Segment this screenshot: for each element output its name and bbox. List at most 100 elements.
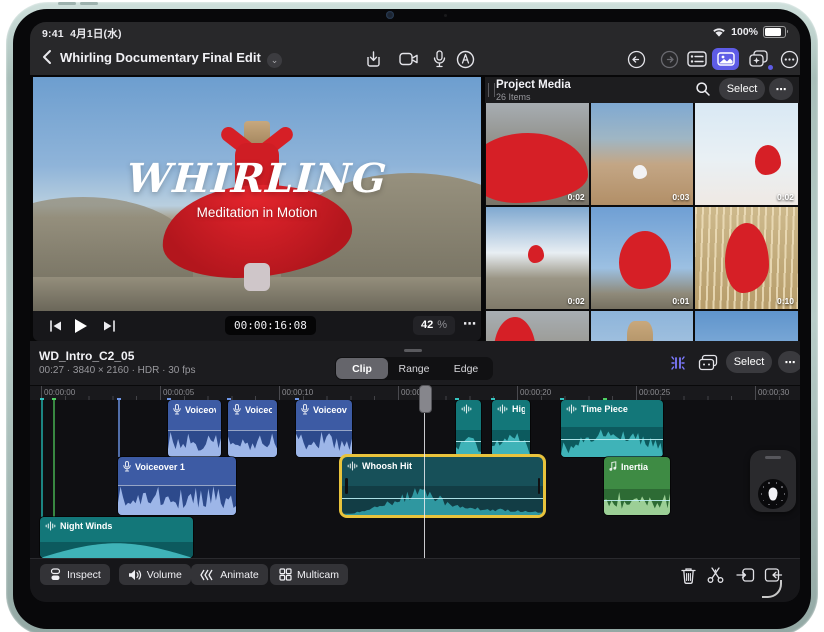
camera-icon[interactable] [398, 48, 420, 70]
back-button[interactable] [38, 47, 58, 67]
timeline-more-icon[interactable]: ⋯ [778, 351, 800, 373]
jog-dial[interactable] [758, 479, 788, 509]
effects-icon[interactable] [746, 48, 773, 70]
viewer-video[interactable]: WHIRLING Meditation in Motion [33, 77, 481, 311]
insert-icon[interactable] [735, 565, 755, 585]
browser-icon[interactable] [686, 48, 708, 70]
timeline-clip-night-winds[interactable]: Night Winds [40, 517, 193, 558]
media-select-button[interactable]: Select [719, 78, 765, 100]
jog-drag-handle[interactable] [765, 456, 781, 459]
timeline-clip-voiceover-2[interactable]: Voiceover 2 [168, 400, 221, 457]
clip-volume-line[interactable] [342, 498, 543, 499]
figure-red [755, 145, 782, 175]
skip-forward-icon[interactable] [103, 320, 116, 332]
timeline-clip-inertia[interactable]: Inertia [604, 457, 670, 515]
timeline-drag-handle[interactable] [404, 349, 422, 352]
timeline-clip-info: 00:27 · 3840 × 2160 · HDR · 30 fps [39, 365, 196, 376]
mic-icon [233, 404, 241, 415]
clip-waveform [118, 485, 236, 515]
timeline-clip-high-[interactable]: High… [492, 400, 530, 457]
clip-waveform [228, 430, 277, 457]
volume-button[interactable]: Volume [118, 564, 191, 585]
pencil-icon[interactable] [454, 48, 476, 70]
clip-duration: 0:02 [567, 192, 585, 202]
wave-icon [497, 404, 508, 414]
panel-item-count: 26 Items [496, 92, 531, 102]
timeline-clip-time-piece[interactable]: Time Piece [561, 400, 663, 457]
timecode-display[interactable]: 00:00:16:08 [225, 316, 316, 335]
playhead-grip[interactable] [419, 385, 432, 413]
jog-tick-dot [760, 493, 762, 495]
jog-wheel[interactable] [750, 450, 796, 512]
media-thumbnail[interactable] [486, 311, 589, 341]
jog-tick-dot [781, 486, 783, 488]
clip-duration: 0:02 [567, 296, 585, 306]
playhead[interactable] [419, 385, 432, 559]
wifi-icon [713, 27, 725, 37]
jog-tick-dot [775, 503, 778, 506]
clip-volume-line[interactable] [604, 500, 670, 501]
media-thumbnail[interactable]: 0:02 [695, 103, 798, 205]
animate-button[interactable]: Animate [191, 564, 268, 585]
media-thumbnail[interactable]: 0:02 [486, 103, 589, 205]
media-browser-icon[interactable] [712, 48, 739, 70]
overlay-clips-icon[interactable] [698, 354, 718, 371]
button-label: Animate [220, 568, 259, 581]
timeline-clip-whoosh-hit[interactable]: Whoosh Hit [342, 457, 543, 515]
speaker-icon [128, 569, 142, 581]
magnetic-timeline-icon[interactable] [668, 354, 688, 372]
trim-handle[interactable] [345, 478, 348, 494]
project-title[interactable]: Whirling Documentary Final Edit [60, 50, 261, 65]
ruler-label: 00:00:00 [44, 388, 76, 397]
microphone-icon[interactable] [428, 48, 450, 70]
timeline-clip-voiceover-3[interactable]: Voiceover 3 [296, 400, 352, 457]
wave-icon [347, 461, 358, 471]
inspect-button[interactable]: Inspect [40, 564, 110, 585]
multicam-button[interactable]: Multicam [270, 564, 349, 585]
mic-icon [123, 461, 131, 472]
button-label: Volume [146, 568, 182, 581]
export-icon[interactable] [362, 48, 384, 70]
viewer-zoom-level[interactable]: 42% [412, 316, 455, 335]
timeline-ruler[interactable]: 00:00:00 00:00:05 00:00:10 00:00:15 00:00:20… [30, 385, 800, 401]
timeline-clip-name: WD_Intro_C2_05 [39, 349, 135, 363]
screenshot: { "status_bar": {"time": "9:41", "date":… [0, 0, 824, 632]
panel-drag-handle[interactable] [488, 83, 495, 97]
undo-icon[interactable] [625, 48, 647, 70]
media-thumbnail[interactable]: 0:02 [486, 207, 589, 309]
timeline-clip-voiceover-1[interactable]: Voiceover 1 [118, 457, 236, 515]
skip-back-icon[interactable] [49, 320, 62, 332]
title-menu-chevron-icon[interactable]: ⌄ [267, 53, 282, 68]
sensor-dot [444, 14, 447, 17]
clip-volume-line[interactable] [561, 439, 663, 440]
segment-range[interactable]: Range [388, 358, 440, 379]
battery-icon [763, 26, 788, 38]
wave-icon [45, 521, 56, 531]
blade-icon[interactable] [705, 565, 725, 585]
media-thumbnail[interactable]: 0:03 [590, 103, 694, 205]
media-thumbnail[interactable]: 0:01 [590, 207, 694, 309]
redo-icon[interactable] [658, 48, 680, 70]
play-button[interactable] [73, 318, 88, 334]
media-more-icon[interactable]: ⋯ [769, 78, 793, 100]
ruler-label: 00:00:25 [639, 388, 671, 397]
clip-volume-line[interactable] [492, 441, 530, 442]
figure-red [618, 231, 671, 289]
media-thumbnail[interactable] [695, 311, 798, 341]
timeline-select-button[interactable]: Select [726, 351, 772, 373]
button-label: Multicam [297, 568, 340, 581]
timeline-clip-voiceover-2[interactable]: Voiceover 2 [228, 400, 277, 457]
media-thumbnail[interactable]: 0:10 [695, 207, 798, 309]
segment-edge[interactable]: Edge [440, 358, 492, 379]
timeline-clip--[interactable]: … [456, 400, 481, 457]
viewer-more-icon[interactable]: ⋯ [463, 316, 477, 332]
trash-icon[interactable] [678, 565, 698, 585]
more-icon[interactable] [778, 48, 800, 70]
clip-volume-line[interactable] [456, 441, 481, 442]
segment-clip[interactable]: Clip [336, 358, 388, 379]
media-thumbnail[interactable] [590, 311, 694, 341]
trim-handle[interactable] [537, 478, 540, 494]
wave-icon [461, 404, 472, 414]
clip-label: Whoosh Hit [362, 461, 412, 471]
search-icon[interactable] [695, 81, 711, 97]
